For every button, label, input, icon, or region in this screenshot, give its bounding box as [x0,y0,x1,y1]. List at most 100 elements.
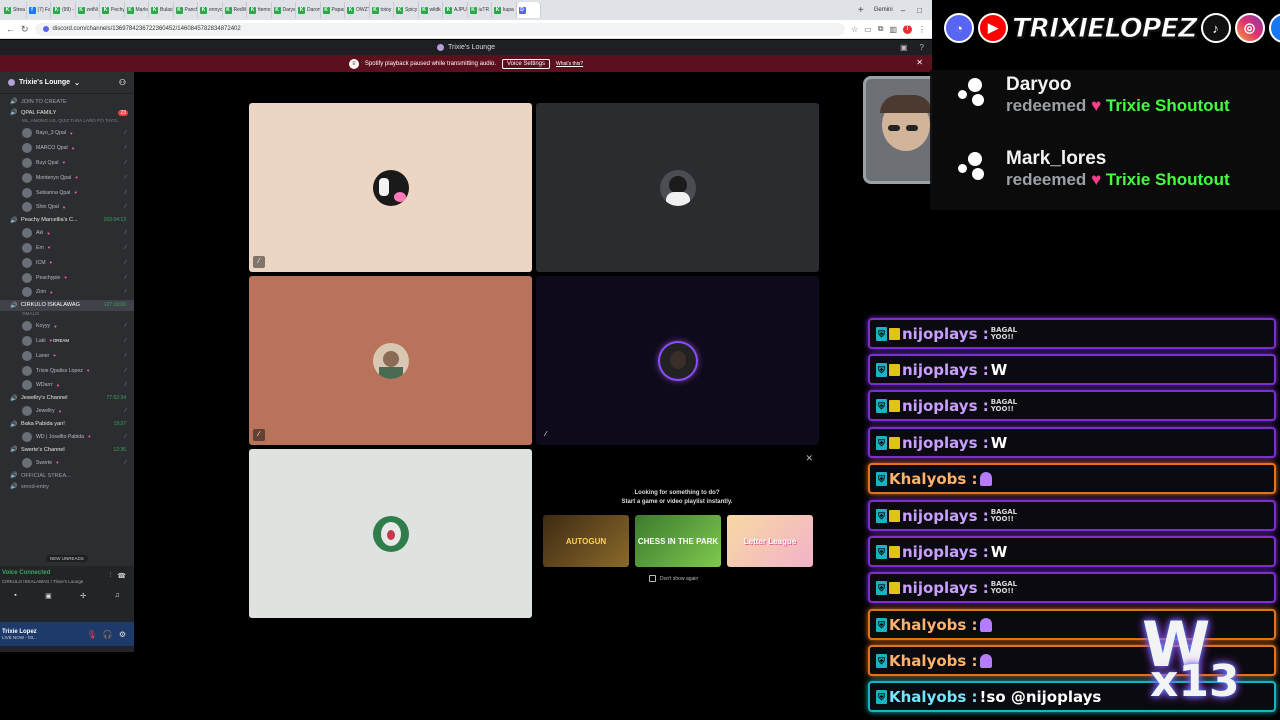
soundboard-icon[interactable]: ♫ [115,592,120,600]
voice-user[interactable]: Swerte ⁄ [0,455,134,470]
browser-tab[interactable]: KiuTR [468,2,492,18]
game-card-letter-league[interactable]: Letter League [727,515,813,567]
voice-channel[interactable]: 🔊 Jewellry's Channel 77:52:34 [0,393,134,404]
browser-tab[interactable]: K Darys [272,2,296,18]
video-tile[interactable]: ⁄ [249,276,532,445]
close-icon[interactable]: ✕ [805,453,813,464]
browser-tab[interactable]: Kwildk [419,2,443,18]
browser-tab[interactable]: D [516,2,541,18]
voice-channel[interactable]: 🔊 Swerte's Channel 12:36 [0,444,134,455]
menu-icon[interactable]: ⋮ [918,25,926,34]
voice-user[interactable]: Koyyy ⁄ [0,319,134,334]
voice-user[interactable]: MARCO Qpal ⁄ [0,141,134,156]
close-icon[interactable]: ✕ [916,58,923,67]
user-panel[interactable]: Trixie Lopez LIVE NOW - htt... 🎙 🎧 ⚙ [0,622,134,646]
voice-user[interactable]: Em ⁄ [0,241,134,256]
voice-user[interactable]: Trixie Qpaliss Lopez ⁄ [0,363,134,378]
voice-user[interactable]: Aki ⁄ [0,226,134,241]
voice-user[interactable]: WDarrr ⁄ [0,378,134,393]
voice-user[interactable]: Laner ⁄ [0,348,134,363]
gemini-tab[interactable]: + Gemini – □ [852,5,932,16]
bookmark-star-icon[interactable]: ☆ [851,25,858,34]
browser-tab[interactable]: K Daron [296,2,321,18]
browser-tab[interactable]: K Spicy [394,2,419,18]
voice-user[interactable]: ICM ⁄ [0,255,134,270]
voice-channel[interactable]: 🔊 Baka Pabida yan! 19:37 [0,419,134,430]
voice-settings-button[interactable]: Voice Settings [501,58,551,69]
new-tab-button[interactable]: + [852,5,870,16]
video-tile[interactable] [536,103,819,272]
voice-user[interactable]: Peachypie ⁄ [0,270,134,285]
voice-connected-status[interactable]: Voice Connected [2,570,50,576]
voice-user[interactable]: Jewellry ⁄ [0,404,134,419]
browser-tab[interactable]: Ktotoy [370,2,394,18]
game-card-autogun[interactable]: AUTOGUN [543,515,629,567]
voice-channel[interactable]: 🔊 JOIN TO CREATE [0,96,134,107]
chat-emote: BAGAL YOO!! [990,507,1018,523]
voice-channel[interactable]: 🔊 CIRKULO ISKALAWAG 127:19:00 [0,299,134,311]
browser-tab[interactable]: Kttemo [247,2,272,18]
instagram-icon: ◎ [1234,13,1265,43]
game-card-chess[interactable]: CHESS IN THE PARK [635,515,721,567]
reload-icon[interactable]: ↻ [21,24,29,35]
headset-icon[interactable]: 🎧 [103,630,113,639]
voice-channel[interactable]: 🔊 smod-entry [0,481,134,492]
browser-tab[interactable]: K Papas [321,2,345,18]
browser-tab[interactable]: KRedWi [223,2,247,18]
browser-tab[interactable]: K Bulaci [149,2,174,18]
browser-tab[interactable]: K (99) - [51,2,76,18]
voice-user[interactable]: Laki DREAM ⁄ [0,334,134,349]
minimize-icon[interactable]: – [897,6,909,15]
browser-tab[interactable]: Kennyo [198,2,223,18]
video-tile[interactable] [249,449,532,618]
site-info-icon[interactable] [42,26,49,32]
voice-channel[interactable]: 🔊 OFFICIAL STREA... [0,470,134,481]
whats-this-link[interactable]: What's this? [556,61,583,67]
voice-user[interactable]: Bayo_3 Qpal ⁄ [0,126,134,141]
voice-channel[interactable]: 🔊 QPAL FAMILY 23 [0,107,134,118]
voice-user[interactable]: Shin Qpal ⁄ [0,200,134,215]
speaker-icon: 🔊 [10,110,18,116]
activities-icon[interactable]: ✢ [80,592,86,600]
url-field[interactable]: discord.com/channels/1369784236722360452… [34,22,845,36]
voice-user[interactable]: Sebianna Qpal ⁄ [0,185,134,200]
video-tile[interactable]: ⁄ [536,276,819,445]
disconnect-icon[interactable]: ☎ [117,572,126,580]
settings-gear-icon[interactable]: ⚙ [119,630,126,639]
noise-suppression-icon[interactable]: ⫶ [110,572,112,580]
voice-user[interactable]: Zirin ⁄ [0,285,134,300]
tab-label: iuTR [478,7,490,13]
browser-tab[interactable]: KzetNi [76,2,100,18]
voice-channel[interactable]: 🔊 Peachy Marcellia's C... 203:04:13 [0,215,134,226]
camera-icon[interactable]: ▪ [14,592,16,600]
browser-tab[interactable]: f (7) Fa [27,2,51,18]
browser-tab[interactable]: K AJPU [443,2,468,18]
dont-show-again[interactable]: Don't show again [649,575,698,582]
voice-user[interactable]: Buyi Qpal ⁄ [0,156,134,171]
dont-show-checkbox[interactable] [649,575,656,582]
browser-tab[interactable]: K Pechy [100,2,125,18]
voice-user[interactable]: Montenyo Qpal ⁄ [0,170,134,185]
browser-tab[interactable]: K Marlo [125,2,149,18]
maximize-icon[interactable]: □ [913,6,926,15]
back-icon[interactable]: ← [6,24,15,34]
browser-tab[interactable]: K Panch [174,2,198,18]
server-header[interactable]: Trixie's Lounge ⌄ ⚇ [0,72,134,94]
video-tile[interactable]: ⁄ [249,103,532,272]
new-unreads-pill[interactable]: NEW UNREADS [46,555,88,562]
add-member-icon[interactable]: ⚇ [119,78,126,87]
inbox-icon[interactable]: ▣ [900,43,908,52]
browser-tab[interactable]: Kkupa [492,2,517,18]
mic-muted-icon[interactable]: 🎙 [87,630,97,639]
speaker-icon: 🔊 [10,473,18,480]
browser-tab[interactable]: K OWZT [345,2,370,18]
chat-username: Khalyobs : [889,687,978,706]
help-icon[interactable]: ? [920,43,924,52]
browser-tab[interactable]: K Strea [2,2,27,18]
profile-icon[interactable]: T [903,24,912,34]
screen-share-icon[interactable]: ▣ [45,592,52,600]
cast-icon[interactable]: ▭ [864,25,872,34]
extensions-icon[interactable]: ⧉ [878,24,884,34]
voice-user[interactable]: WD | Josellto Pabida ⁄ [0,430,134,445]
sidebar-icon[interactable]: ▥ [889,25,897,34]
